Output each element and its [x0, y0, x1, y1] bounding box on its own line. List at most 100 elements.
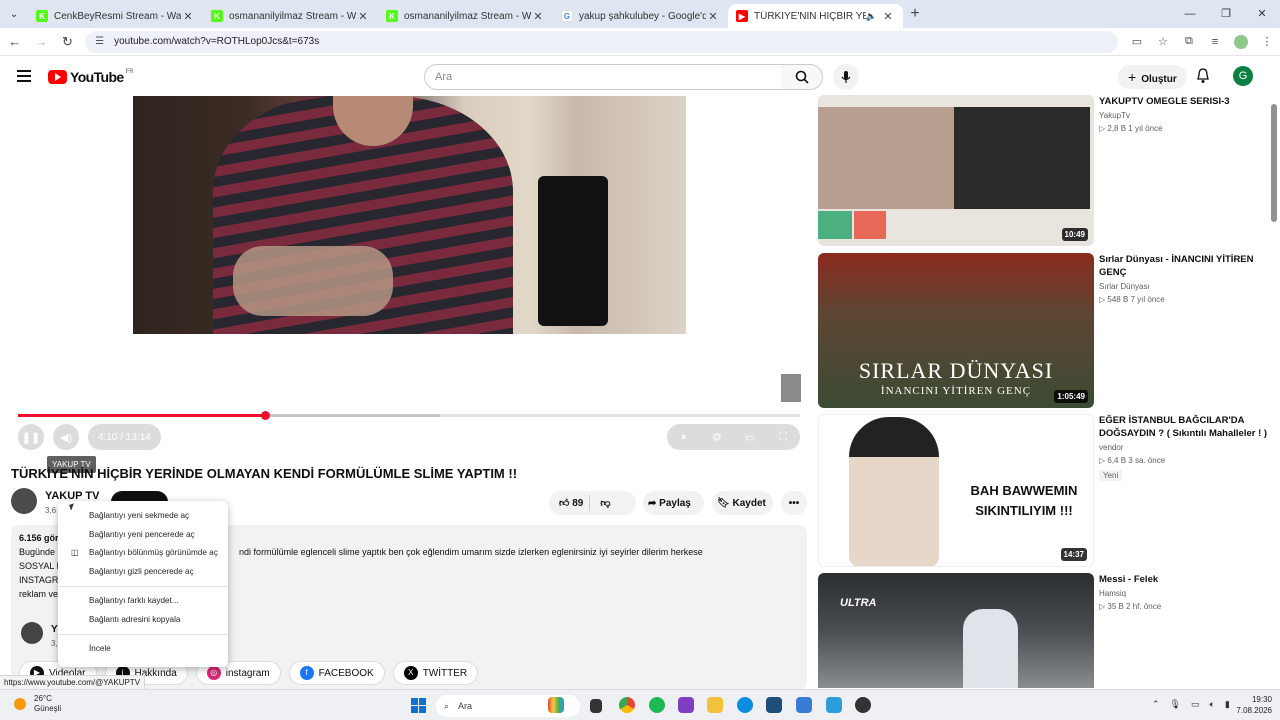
create-button[interactable]: + Oluştur	[1118, 65, 1187, 89]
new-tab-button[interactable]: +	[903, 5, 927, 23]
tab-search-chevron-icon[interactable]: ⌄	[0, 0, 28, 28]
back-icon[interactable]: ←	[3, 34, 26, 49]
spotify-icon[interactable]	[649, 697, 665, 713]
close-window-icon[interactable]: ✕	[1244, 0, 1280, 28]
obs-icon[interactable]	[855, 697, 871, 713]
thumbnail-overlay-text: BAH BAWWEMIN	[970, 483, 1078, 498]
save-button[interactable]: 🔖︎ Kaydet	[712, 491, 773, 515]
recommendation-channel[interactable]: Sırlar Dünyası	[1099, 282, 1269, 291]
close-tab-icon[interactable]: ✕	[181, 10, 195, 23]
search-button[interactable]	[781, 64, 823, 90]
dislike-button[interactable]: 👎︎	[590, 497, 620, 509]
minimize-icon[interactable]: —	[1172, 0, 1208, 28]
close-tab-icon[interactable]: ✕	[881, 10, 895, 23]
recommendation-thumbnail[interactable]: 10:49	[818, 95, 1094, 246]
menu-copy-link[interactable]: Bağlantı adresini kopyala	[58, 611, 228, 630]
speaker-icon[interactable]: 🔈	[866, 11, 877, 22]
time-display: 4:10 / 13:14	[88, 424, 161, 450]
show-hidden-icons-icon[interactable]: ⌃	[1152, 699, 1160, 710]
app-icon-2[interactable]	[826, 697, 842, 713]
restore-icon[interactable]: ❐	[1208, 0, 1244, 28]
microphone-icon[interactable]: 🎙︎	[1170, 699, 1181, 710]
window-controls: — ❐ ✕	[1172, 0, 1280, 28]
store-app-icon[interactable]	[548, 697, 564, 713]
account-avatar[interactable]: G	[1233, 66, 1253, 86]
video-frame[interactable]	[133, 96, 686, 334]
share-button[interactable]: ➦ Paylaş	[643, 491, 704, 515]
pause-button[interactable]: ❚❚	[18, 424, 44, 450]
reload-icon[interactable]: ↻	[56, 34, 79, 50]
system-clock[interactable]: 19:30 7.08.2026	[1230, 694, 1272, 716]
browser-tab[interactable]: G yakup şahkulubey - Google'da A ✕	[553, 4, 728, 28]
video-content-chair	[538, 176, 608, 326]
recommendation-title[interactable]: Sırlar Dünyası - İNANCINI YİTİREN GENÇ	[1099, 253, 1269, 279]
store-icon[interactable]	[766, 697, 782, 713]
recommendation-channel[interactable]: vendor	[1099, 443, 1269, 452]
recommendation-title[interactable]: Messi - Felek	[1099, 573, 1269, 586]
app-icon[interactable]	[678, 697, 694, 713]
extensions-icon[interactable]: ⧉	[1176, 35, 1202, 48]
profile-icon[interactable]	[1233, 34, 1248, 49]
description-channel-name[interactable]: Y	[51, 624, 58, 635]
more-actions-button[interactable]: •••	[781, 491, 807, 515]
menu-open-new-window[interactable]: Bağlantıyı yeni pencerede aç	[58, 526, 228, 545]
mute-button[interactable]: ◀)	[53, 424, 79, 450]
close-tab-icon[interactable]: ✕	[706, 10, 720, 23]
reading-list-icon[interactable]: ≡	[1202, 36, 1228, 48]
cast-icon[interactable]: ▭	[1124, 35, 1150, 48]
browser-menu-icon[interactable]: ⋮	[1254, 35, 1280, 48]
page-scrollbar[interactable]	[1271, 104, 1277, 222]
link-status-bar: https://www.youtube.com/@YAKUPTV	[0, 675, 146, 690]
browser-tab[interactable]: K osmananilyilmaz Stream - Watc ✕	[203, 4, 378, 28]
chip-twitter[interactable]: X TWİTTER	[392, 661, 479, 685]
like-button[interactable]: 👍︎ 89	[549, 497, 589, 509]
menu-icon[interactable]	[17, 70, 31, 82]
close-tab-icon[interactable]: ✕	[531, 10, 545, 23]
description-channel-avatar[interactable]	[21, 622, 43, 644]
site-info-icon[interactable]: ☰	[95, 36, 104, 47]
channel-avatar[interactable]	[11, 488, 37, 514]
voice-search-button[interactable]	[833, 64, 859, 90]
theater-mode-icon[interactable]: ▭	[737, 424, 763, 450]
notifications-button[interactable]	[1196, 68, 1210, 89]
browser-tab-active[interactable]: ▶ TÜRKİYE'NİN HİÇBİR YERİNDE 🔈 ✕	[728, 4, 903, 28]
recommendation-thumbnail[interactable]: BAH BAWWEMIN SIKINTILIYIM !!! 14:37	[818, 414, 1094, 567]
menu-open-new-tab[interactable]: Bağlantıyı yeni sekmede aç	[58, 507, 228, 526]
channel-watermark[interactable]	[781, 374, 801, 402]
close-tab-icon[interactable]: ✕	[356, 10, 370, 23]
edge-icon[interactable]	[737, 697, 753, 713]
network-icon[interactable]: ▭	[1191, 699, 1200, 710]
windows-start-icon[interactable]	[411, 698, 426, 713]
recommendation-title[interactable]: EĞER İSTANBUL BAĞCILAR'DA DOĞSAYDIN ? ( …	[1099, 414, 1269, 440]
recommendation-thumbnail[interactable]: ULTRA	[818, 573, 1094, 688]
weather-widget[interactable]: 26°C Güneşli	[14, 694, 61, 714]
fullscreen-icon[interactable]: ⛶	[770, 424, 796, 450]
progress-bar[interactable]	[18, 411, 800, 420]
split-view-icon: ◫	[71, 548, 79, 557]
browser-tab[interactable]: K CenkBeyResmi Stream - Watch ✕	[28, 4, 203, 28]
chip-facebook[interactable]: f FACEBOOK	[288, 661, 385, 685]
settings-gear-icon[interactable]: ⚙	[704, 424, 730, 450]
recommendation-title[interactable]: YAKUPTV OMEGLE SERISI-3	[1099, 95, 1269, 108]
recommendation-thumbnail[interactable]: SIRLAR DÜNYASI İNANCINI YİTİREN GENÇ 1:0…	[818, 253, 1094, 408]
recommendation-channel[interactable]: Hamsiq	[1099, 589, 1269, 598]
menu-save-link-as[interactable]: Bağlantıyı farklı kaydet...	[58, 592, 228, 611]
volume-icon[interactable]: 🔈︎	[1210, 699, 1215, 710]
youtube-logo[interactable]: YouTube FR	[48, 69, 134, 85]
browser-tab[interactable]: K osmananilyilmaz Stream - Watc ✕	[378, 4, 553, 28]
search-input[interactable]: Ara	[424, 64, 782, 90]
menu-open-incognito[interactable]: Bağlantıyı gizli pencerede aç	[58, 563, 228, 582]
chrome-icon[interactable]	[619, 697, 635, 713]
menu-inspect[interactable]: İncele	[58, 640, 228, 659]
scrubber-handle[interactable]	[261, 411, 271, 420]
recommendation-channel[interactable]: YakupTv	[1099, 111, 1269, 120]
url-field[interactable]: ☰ youtube.com/watch?v=ROTHLop0Jcs&t=673s	[85, 30, 1118, 53]
bookmark-star-icon[interactable]: ☆	[1150, 35, 1176, 48]
file-explorer-icon[interactable]	[707, 697, 723, 713]
video-player[interactable]: ❚❚ ◀) 4:10 / 13:14 ⏸ ⚙ ▭ ⛶ YAKUP TV	[11, 96, 807, 473]
menu-open-split-view[interactable]: ◫ Bağlantıyı bölünmüş görünümde aç	[58, 544, 228, 563]
task-view-icon[interactable]	[590, 699, 602, 713]
outlook-icon[interactable]	[796, 697, 812, 713]
forward-icon[interactable]: →	[29, 34, 52, 49]
autoplay-toggle-icon[interactable]: ⏸	[671, 424, 697, 450]
